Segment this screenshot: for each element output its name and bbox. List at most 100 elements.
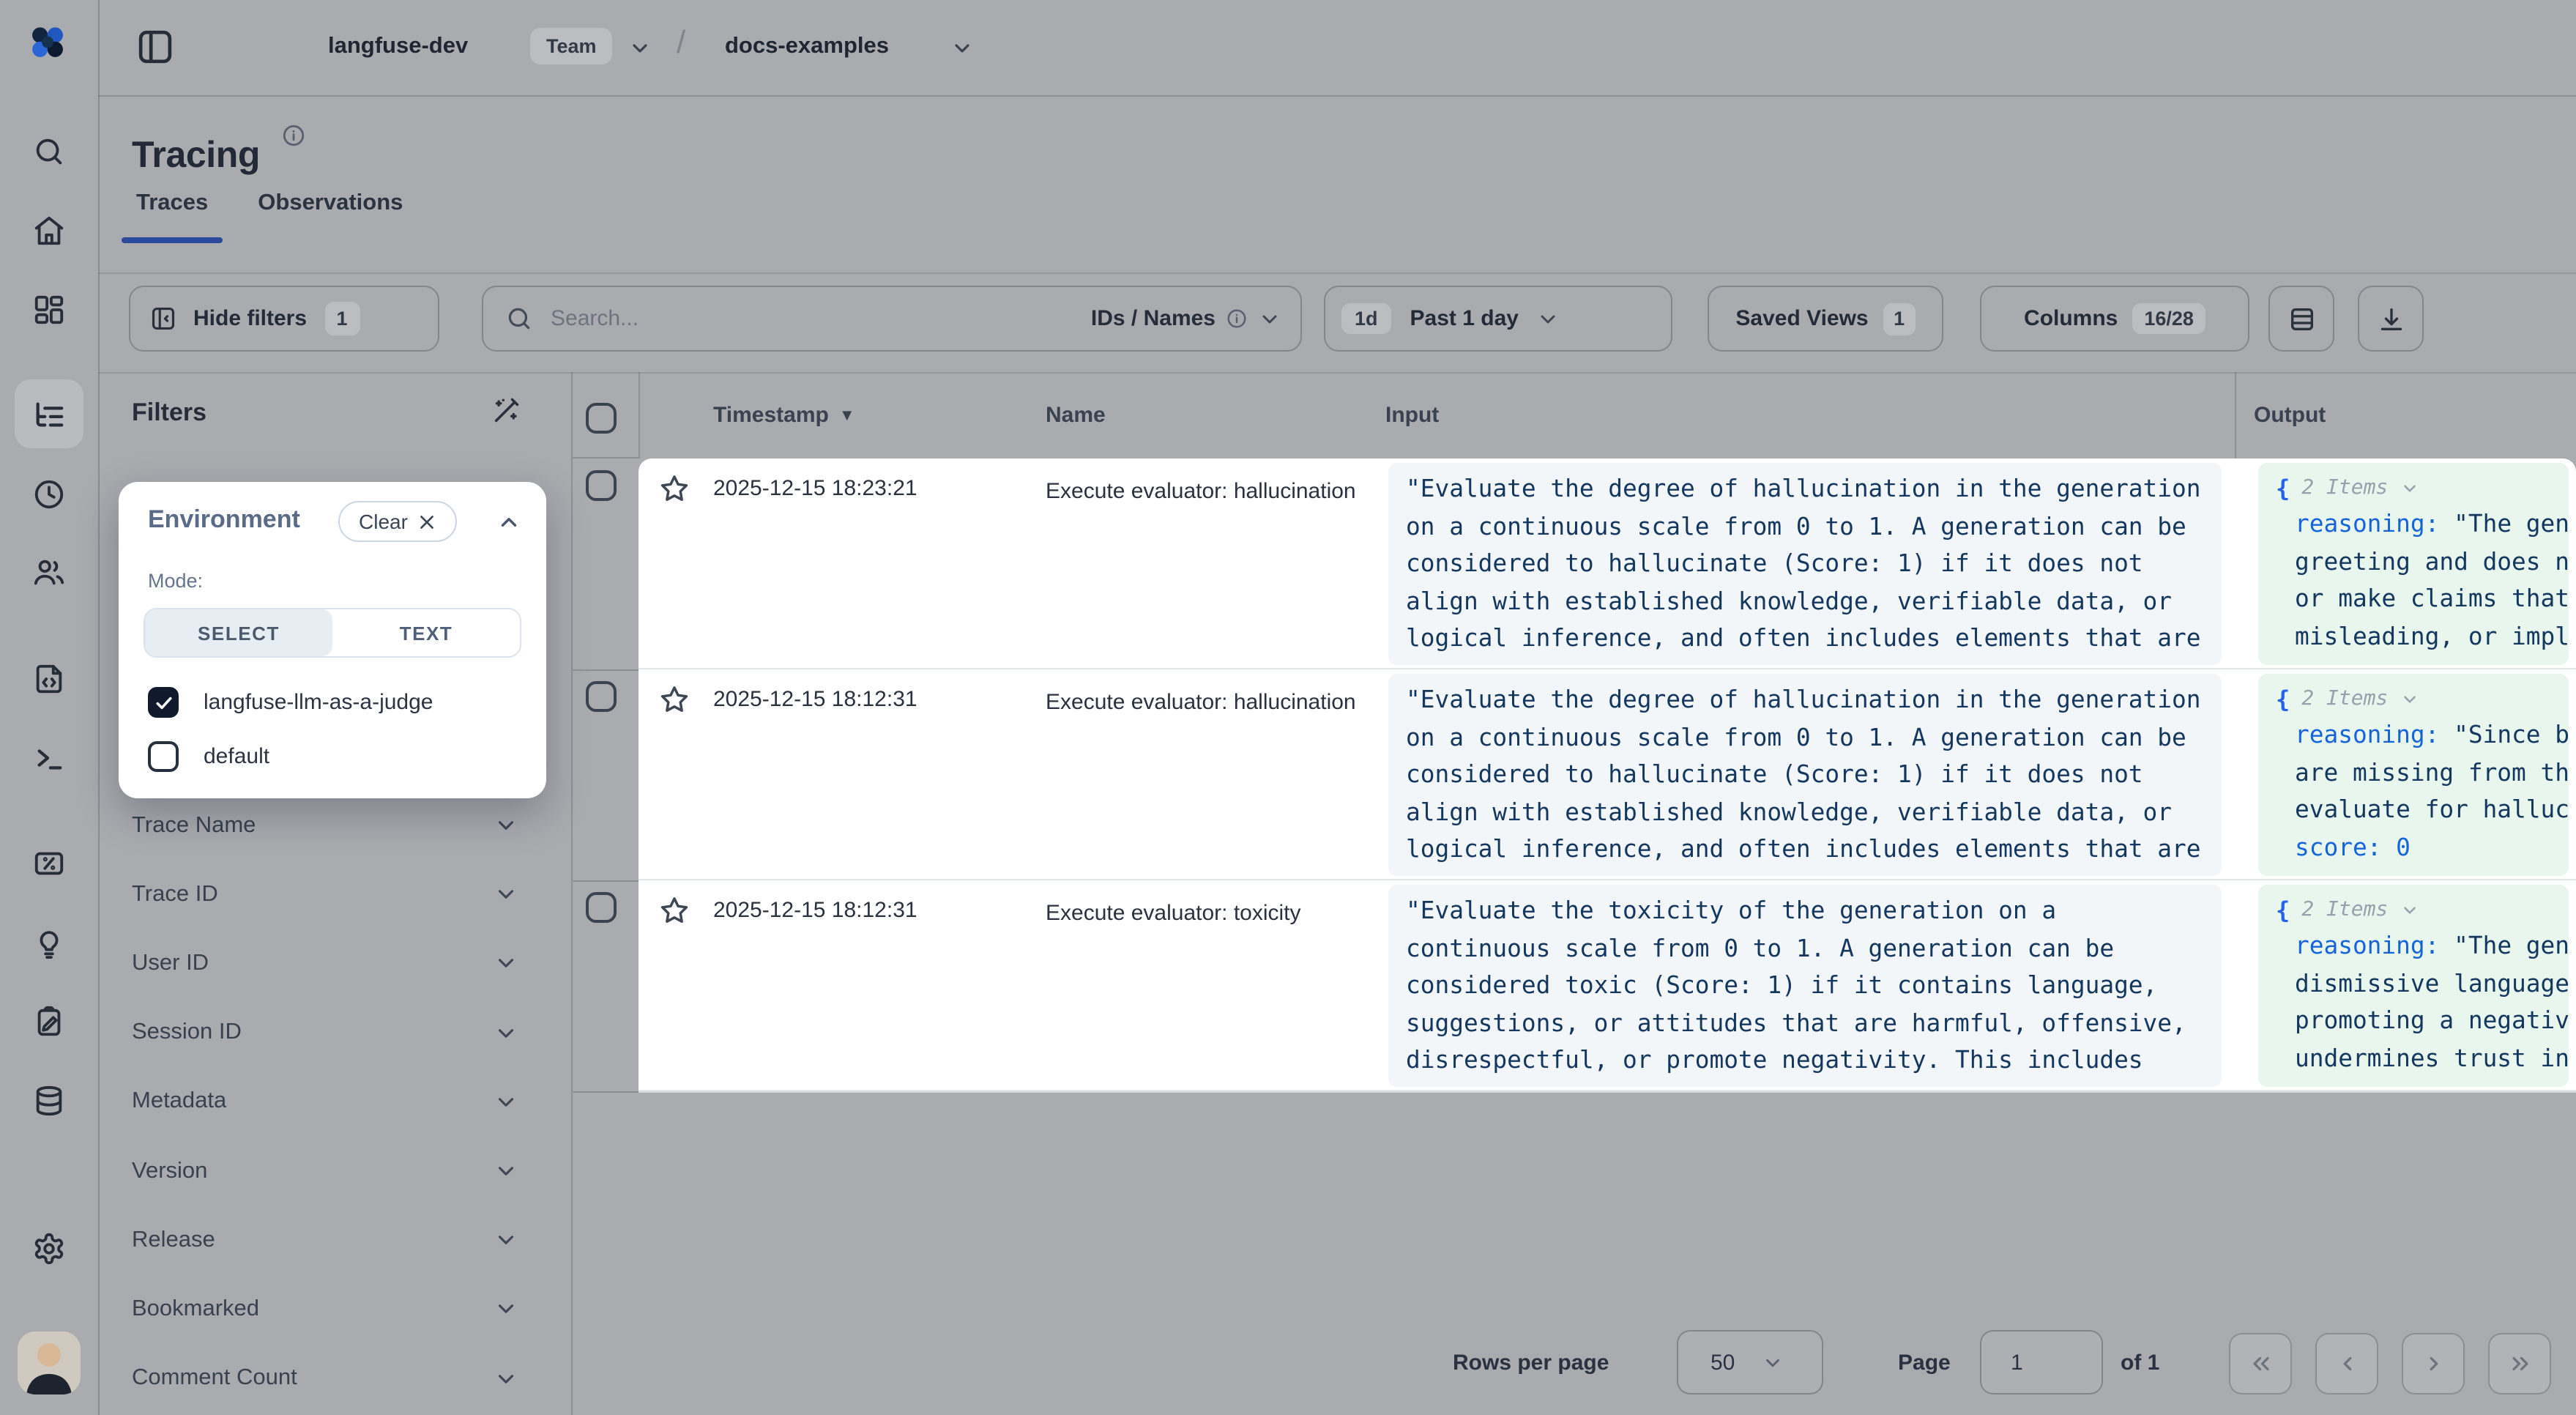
traces-table-body: 2025-12-15 18:23:21 Execute evaluator: h… [639,458,2576,1093]
user-avatar[interactable] [18,1332,81,1394]
column-header-timestamp[interactable]: Timestamp▼ [713,403,855,428]
checkbox[interactable] [148,687,179,718]
filter-section[interactable]: Release [132,1206,530,1274]
tab[interactable]: Traces [122,182,223,243]
chevron-down-icon [494,1020,518,1045]
table-row[interactable]: 2025-12-15 18:12:31 Execute evaluator: h… [639,669,2576,880]
select-all-checkbox[interactable] [586,403,617,434]
annotation-clipboard-pen-icon[interactable] [32,1005,66,1039]
project-chevron-down-icon[interactable] [950,37,974,60]
column-header-output[interactable]: Output [2254,403,2326,428]
rows-per-page-select[interactable]: 50 [1677,1330,1823,1394]
next-page-button[interactable] [2402,1333,2465,1394]
chevron-down-icon[interactable] [2400,900,2419,919]
trace-input-cell[interactable]: "Evaluate the degree of hallucination in… [1388,463,2222,665]
bookmark-star-icon[interactable] [659,473,690,504]
playground-terminal-icon[interactable] [32,741,66,775]
chevron-down-icon[interactable] [2400,689,2419,708]
home-icon[interactable] [32,214,66,248]
filter-section[interactable]: Trace ID [132,860,530,929]
page-number-input[interactable] [1981,1348,2102,1376]
tab[interactable]: Observations [243,182,417,243]
table-row[interactable]: 2025-12-15 18:12:31 Execute evaluator: t… [639,880,2576,1091]
download-icon [2376,304,2405,333]
info-icon [1226,308,1248,330]
json-brace: { [2276,896,2290,924]
row-checkbox[interactable] [586,470,617,501]
filter-section[interactable]: Version [132,1137,530,1206]
column-header-name[interactable]: Name [1046,403,1106,428]
export-button[interactable] [2358,286,2424,352]
prompts-file-code-icon[interactable] [32,662,66,696]
columns-button[interactable]: Columns 16/28 [1980,286,2249,352]
sidebar-toggle-icon[interactable] [135,26,176,67]
sort-desc-icon: ▼ [839,407,855,425]
trace-output-cell[interactable]: { 2 Items reasoning: "Since bare missing… [2258,674,2569,876]
scores-percent-icon[interactable] [32,847,66,880]
search-input[interactable] [548,305,1091,333]
tab-bar: Traces Observations [122,182,417,243]
org-name[interactable]: langfuse-dev [328,34,468,60]
datasets-database-icon[interactable] [32,1084,66,1118]
chevron-down-icon [494,1159,518,1184]
chevron-down-icon [1258,307,1281,330]
mode-segment[interactable]: SELECT [145,609,332,656]
page-title: Tracing [132,135,260,177]
search-icon[interactable] [32,135,66,168]
divider [573,669,639,671]
trace-name: Execute evaluator: toxicity [1046,898,1365,929]
trace-name: Execute evaluator: hallucination [1046,687,1365,718]
row-height-button[interactable] [2268,286,2334,352]
search-scope-select[interactable]: IDs / Names [1091,306,1281,331]
divider [98,372,2576,374]
saved-views-button[interactable]: Saved Views 1 [1708,286,1943,352]
bookmark-star-icon[interactable] [659,895,690,926]
sessions-clock-icon[interactable] [32,478,66,511]
filter-section[interactable]: Session ID [132,998,530,1067]
table-row[interactable]: 2025-12-15 18:23:21 Execute evaluator: h… [639,458,2576,669]
trace-output-cell[interactable]: { 2 Items reasoning: "The gengreeting an… [2258,463,2569,665]
row-checkbox[interactable] [586,681,617,712]
time-range-button[interactable]: 1d Past 1 day [1324,286,1672,352]
hide-filters-button[interactable]: Hide filters 1 [129,286,439,352]
org-chevron-down-icon[interactable] [628,37,652,60]
trace-output-cell[interactable]: { 2 Items reasoning: "The gendismissive … [2258,885,2569,1087]
project-name[interactable]: docs-examples [725,34,889,60]
filter-section[interactable]: User ID [132,929,530,998]
divider [573,1091,639,1093]
mode-segment[interactable]: TEXT [332,609,520,656]
last-page-button[interactable] [2488,1333,2551,1394]
environment-option[interactable]: langfuse-llm-as-a-judge [148,687,433,718]
chevron-down-icon [494,883,518,907]
tracing-icon[interactable] [32,398,66,432]
chevron-down-icon[interactable] [2400,478,2419,497]
chevron-down-icon [494,1228,518,1252]
filter-section[interactable]: Comment Count [132,1344,530,1413]
filter-section[interactable]: Bookmarked [132,1275,530,1344]
settings-gear-icon[interactable] [32,1232,66,1266]
wand-sparkles-icon[interactable] [489,397,520,428]
checkbox[interactable] [148,741,179,772]
bookmark-star-icon[interactable] [659,684,690,715]
environment-option[interactable]: default [148,741,433,772]
trace-input-cell[interactable]: "Evaluate the toxicity of the generation… [1388,885,2222,1087]
previous-page-button[interactable] [2315,1333,2378,1394]
mode-segmented-control: SELECT TEXT [144,608,521,658]
filter-section[interactable]: Trace Name [132,791,530,860]
langfuse-logo-icon[interactable] [25,19,70,64]
trace-input-cell[interactable]: "Evaluate the degree of hallucination in… [1388,674,2222,876]
json-output-lines: reasoning: "The gengreeting and does nor… [2276,505,2569,655]
evaluations-lightbulb-icon[interactable] [32,926,66,959]
filter-section[interactable]: Metadata [132,1068,530,1137]
column-header-input[interactable]: Input [1385,403,1439,428]
info-icon[interactable] [281,123,306,148]
row-checkbox[interactable] [586,892,617,923]
dashboard-icon[interactable] [32,293,66,327]
rows-icon [2287,304,2316,333]
chevron-up-icon[interactable] [496,510,521,535]
clear-filter-button[interactable]: Clear [338,501,458,542]
users-icon[interactable] [32,555,66,589]
json-output-lines: reasoning: "Since bare missing from thev… [2276,716,2569,866]
json-output-lines: reasoning: "The gendismissive languagepr… [2276,927,2569,1077]
first-page-button[interactable] [2229,1333,2292,1394]
